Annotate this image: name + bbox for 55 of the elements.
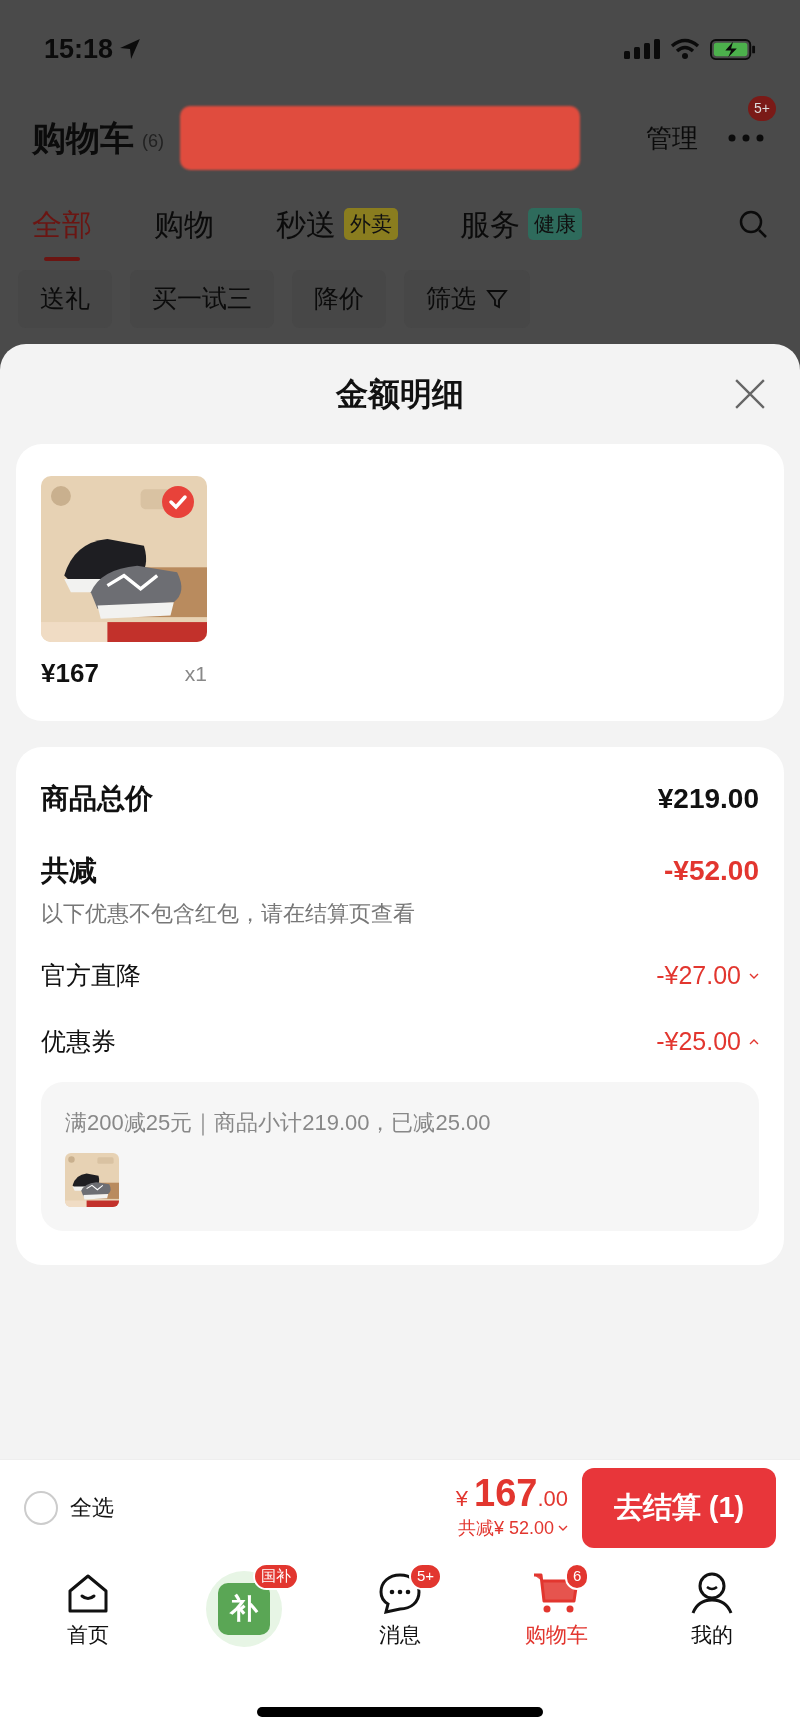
currency-sign: ¥ — [455, 1484, 468, 1513]
saved-amount: 共减¥ 52.00 — [457, 1516, 554, 1540]
tab-tag: 外卖 — [344, 208, 398, 240]
reduction-value: -¥52.00 — [664, 854, 759, 888]
nav-badge: 6 — [565, 1563, 590, 1590]
filter-chip[interactable]: 降价 — [292, 270, 386, 328]
nav-badge: 5+ — [409, 1563, 443, 1590]
select-all-label: 全选 — [70, 1494, 114, 1522]
close-icon[interactable] — [734, 378, 766, 410]
person-icon — [690, 1571, 734, 1615]
nav-tab[interactable]: 我的 — [657, 1563, 767, 1651]
checkout-amount: 167 — [474, 1473, 538, 1512]
discount-label: 优惠券 — [41, 1026, 116, 1058]
coupon-detail: 满200减25元｜商品小计219.00，已减25.00 — [65, 1109, 492, 1138]
chevron-down-icon — [558, 1525, 568, 1531]
chevron-down-icon — [749, 973, 759, 979]
notification-badge: 5+ — [748, 96, 776, 121]
wifi-icon — [670, 38, 700, 60]
filter-chip[interactable]: 送礼 — [18, 270, 112, 328]
discount-toggle[interactable]: -¥25.00 — [656, 1023, 759, 1061]
search-icon[interactable] — [738, 209, 768, 239]
nav-tab[interactable]: 首页 — [33, 1563, 143, 1651]
signal-icon — [624, 38, 660, 60]
manage-link[interactable]: 管理 — [646, 118, 698, 158]
sheet-title: 金额明细 — [336, 375, 464, 414]
location-arrow-icon — [119, 38, 142, 60]
reduction-label: 共减 — [41, 854, 97, 888]
filter-chip[interactable]: 买一试三 — [130, 270, 274, 328]
checkout-decimals: .00 — [537, 1484, 568, 1513]
discount-toggle[interactable]: -¥27.00 — [656, 957, 759, 995]
tab-tag: 健康 — [528, 208, 582, 240]
reduction-note: 以下优惠不包含红包，请在结算页查看 — [41, 900, 416, 928]
filter-icon — [486, 288, 508, 310]
battery-icon — [710, 37, 756, 61]
discount-label: 官方直降 — [41, 960, 141, 992]
item-quantity: x1 — [184, 660, 207, 687]
status-time: 15:18 — [44, 32, 114, 66]
category-tab[interactable]: 全部 — [32, 187, 92, 261]
chevron-up-icon — [749, 1039, 759, 1045]
total-label: 商品总价 — [41, 782, 153, 816]
cart-icon — [532, 1571, 580, 1615]
nav-tab[interactable]: 购物车 6 — [501, 1563, 611, 1651]
category-tab[interactable]: 服务 — [460, 187, 520, 261]
item-price: ¥167 — [41, 657, 99, 690]
nav-badge: 国补 — [253, 1563, 299, 1590]
category-tab[interactable]: 购物 — [154, 187, 214, 261]
page-title: 购物车 — [32, 117, 134, 159]
total-value: ¥219.00 — [657, 782, 759, 816]
filter-chip[interactable]: 筛选 — [404, 270, 530, 328]
subsidy-icon: 补 — [218, 1583, 270, 1635]
more-icon[interactable] — [728, 134, 764, 142]
checkout-button[interactable]: 去结算 (1) — [582, 1467, 776, 1548]
category-tab[interactable]: 秒送 — [276, 187, 336, 261]
nav-tab[interactable]: 消息 5+ — [345, 1563, 455, 1651]
select-all-checkbox[interactable] — [24, 1490, 58, 1525]
